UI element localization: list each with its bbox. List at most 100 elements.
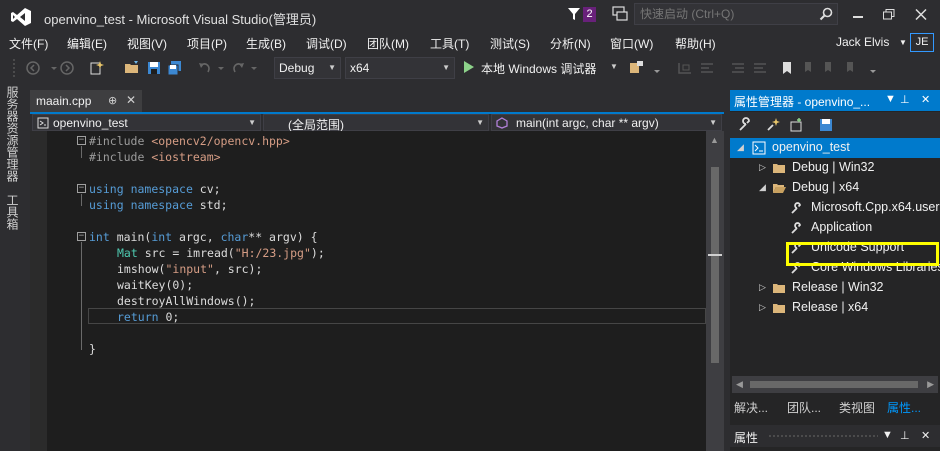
tree-item-label: Release | Win32 [792,280,884,294]
pin-icon[interactable]: ⊕ [108,94,117,107]
scrollbar-thumb[interactable] [711,167,719,363]
document-tab[interactable]: maain.cpp ⊕ ✕ [30,90,142,112]
comment-icon[interactable] [729,59,747,77]
solution-configuration-select[interactable]: Debug ▼ [274,57,341,79]
menu-view[interactable]: 视图(V) [127,35,167,52]
server-explorer-tab[interactable]: 服务器资源管理器 [5,86,21,182]
toolbar-grip[interactable] [12,58,16,78]
avatar[interactable]: JE [910,33,934,52]
menu-edit[interactable]: 编辑(E) [67,35,107,52]
menu-file[interactable]: 文件(F) [9,35,48,52]
tab-property-manager[interactable]: 属性... [887,399,921,416]
menu-analyze[interactable]: 分析(N) [550,35,591,52]
tree-item-release-win32[interactable]: ▷ Release | Win32 [730,278,940,298]
close-icon[interactable]: ✕ [126,93,136,107]
menu-debug[interactable]: 调试(D) [306,35,347,52]
scroll-left-icon[interactable]: ◀ [736,379,743,390]
quick-launch-box[interactable] [634,3,838,25]
close-window-button[interactable] [906,4,936,24]
title-bar: openvino_test - Microsoft Visual Studio(… [0,0,940,32]
collapse-icon[interactable]: − [77,232,86,241]
dropdown-arrow-icon[interactable] [648,59,666,77]
tab-solution-explorer[interactable]: 解决... [734,399,768,416]
collapsed-icon[interactable]: ▷ [759,302,766,313]
new-project-icon[interactable] [88,59,106,77]
add-existing-property-sheet-icon[interactable] [788,117,804,133]
minimize-button[interactable] [843,4,873,24]
find-in-files-icon[interactable] [628,59,646,77]
collapsed-icon[interactable]: ▷ [759,282,766,293]
close-icon[interactable]: ✕ [921,429,930,442]
menu-bar: 文件(F) 编辑(E) 视图(V) 项目(P) 生成(B) 调试(D) 团队(M… [0,32,940,52]
forward-icon[interactable] [58,59,76,77]
feedback-icon[interactable] [611,5,629,23]
next-bookmark-icon[interactable] [820,59,838,77]
collapse-icon[interactable]: − [77,136,86,145]
expanded-icon[interactable]: ◢ [737,142,744,153]
dropdown-arrow-icon[interactable] [212,59,230,77]
collapse-icon[interactable]: − [77,184,86,193]
pin-icon[interactable]: ⊥ [900,429,910,442]
code-editor-pane: maain.cpp ⊕ ✕ openvino_test ▼ (全局范围) ▼ m… [30,84,724,451]
bookmark-icon[interactable] [778,59,796,77]
expanded-icon[interactable]: ◢ [759,182,766,193]
menu-help[interactable]: 帮助(H) [675,35,716,52]
search-icon[interactable] [819,7,833,21]
scroll-right-icon[interactable]: ▶ [927,379,934,390]
scope-dropdown[interactable]: (全局范围) ▼ [263,114,489,132]
vertical-scrollbar[interactable]: ▲ [706,131,724,451]
menu-test[interactable]: 测试(S) [490,35,530,52]
clear-bookmarks-icon[interactable] [842,59,860,77]
dropdown-arrow-icon[interactable] [864,59,882,77]
properties-window-header[interactable]: 属性 ▼ ⊥ ✕ [730,425,940,447]
tree-item-microsoft-cpp-x64-user[interactable]: Microsoft.Cpp.x64.user [730,198,940,218]
notifications-button[interactable]: 2 [567,6,601,24]
window-position-dropdown-icon[interactable]: ▼ [882,429,893,441]
tree-item-debug-win32[interactable]: ▷ Debug | Win32 [730,158,940,178]
tree-item-release-x64[interactable]: ▷ Release | x64 [730,298,940,318]
format-icon[interactable] [698,59,716,77]
tab-team-explorer[interactable]: 团队... [787,399,821,416]
save-icon[interactable] [145,59,163,77]
wrench-icon[interactable] [737,117,753,133]
chevron-down-icon: ▼ [248,118,256,127]
code-token: <iostream> [151,150,221,164]
save-all-icon[interactable] [166,59,184,77]
chevron-down-icon[interactable]: ▼ [610,62,618,71]
scroll-up-icon[interactable]: ▲ [710,135,719,145]
code-token: "H:/23.jpg" [234,246,311,260]
open-folder-icon[interactable] [123,59,141,77]
horizontal-scrollbar[interactable]: ◀ ▶ [732,376,938,393]
menu-team[interactable]: 团队(M) [367,35,409,52]
uncomment-icon[interactable] [751,59,769,77]
step-icon[interactable] [676,59,694,77]
tree-item-project[interactable]: ◢ openvino_test [730,138,940,158]
toolbox-tab[interactable]: 工具箱 [5,194,21,230]
collapsed-icon[interactable]: ▷ [759,162,766,173]
tree-item-debug-x64[interactable]: ◢ Debug | x64 [730,178,940,198]
user-name[interactable]: Jack Elvis [836,35,889,49]
pin-icon[interactable]: ⊥ [900,93,910,106]
chevron-down-icon[interactable]: ▼ [899,38,907,47]
close-icon[interactable]: ✕ [921,93,930,106]
tab-class-view[interactable]: 类视图 [839,399,875,416]
menu-tools[interactable]: 工具(T) [430,35,469,52]
panel-title-bar[interactable]: 属性管理器 - openvino_... ▼ ⊥ ✕ [730,90,940,111]
code-token: using [89,198,124,212]
quick-launch-input[interactable] [640,6,810,22]
window-position-dropdown-icon[interactable]: ▼ [885,93,896,105]
member-dropdown[interactable]: main(int argc, char ** argv) ▼ [491,114,722,131]
add-new-property-sheet-icon[interactable] [765,117,781,133]
save-icon[interactable] [818,117,834,133]
back-icon[interactable] [24,59,42,77]
menu-project[interactable]: 项目(P) [187,35,227,52]
solution-platform-select[interactable]: x64 ▼ [345,57,455,79]
menu-window[interactable]: 窗口(W) [610,35,653,52]
tree-item-application[interactable]: Application [730,218,940,238]
restore-button[interactable] [874,4,904,24]
dropdown-arrow-icon[interactable] [245,59,263,77]
previous-bookmark-icon[interactable] [800,59,818,77]
scrollbar-thumb[interactable] [750,381,918,388]
project-dropdown[interactable]: openvino_test ▼ [32,114,261,131]
menu-build[interactable]: 生成(B) [246,35,286,52]
